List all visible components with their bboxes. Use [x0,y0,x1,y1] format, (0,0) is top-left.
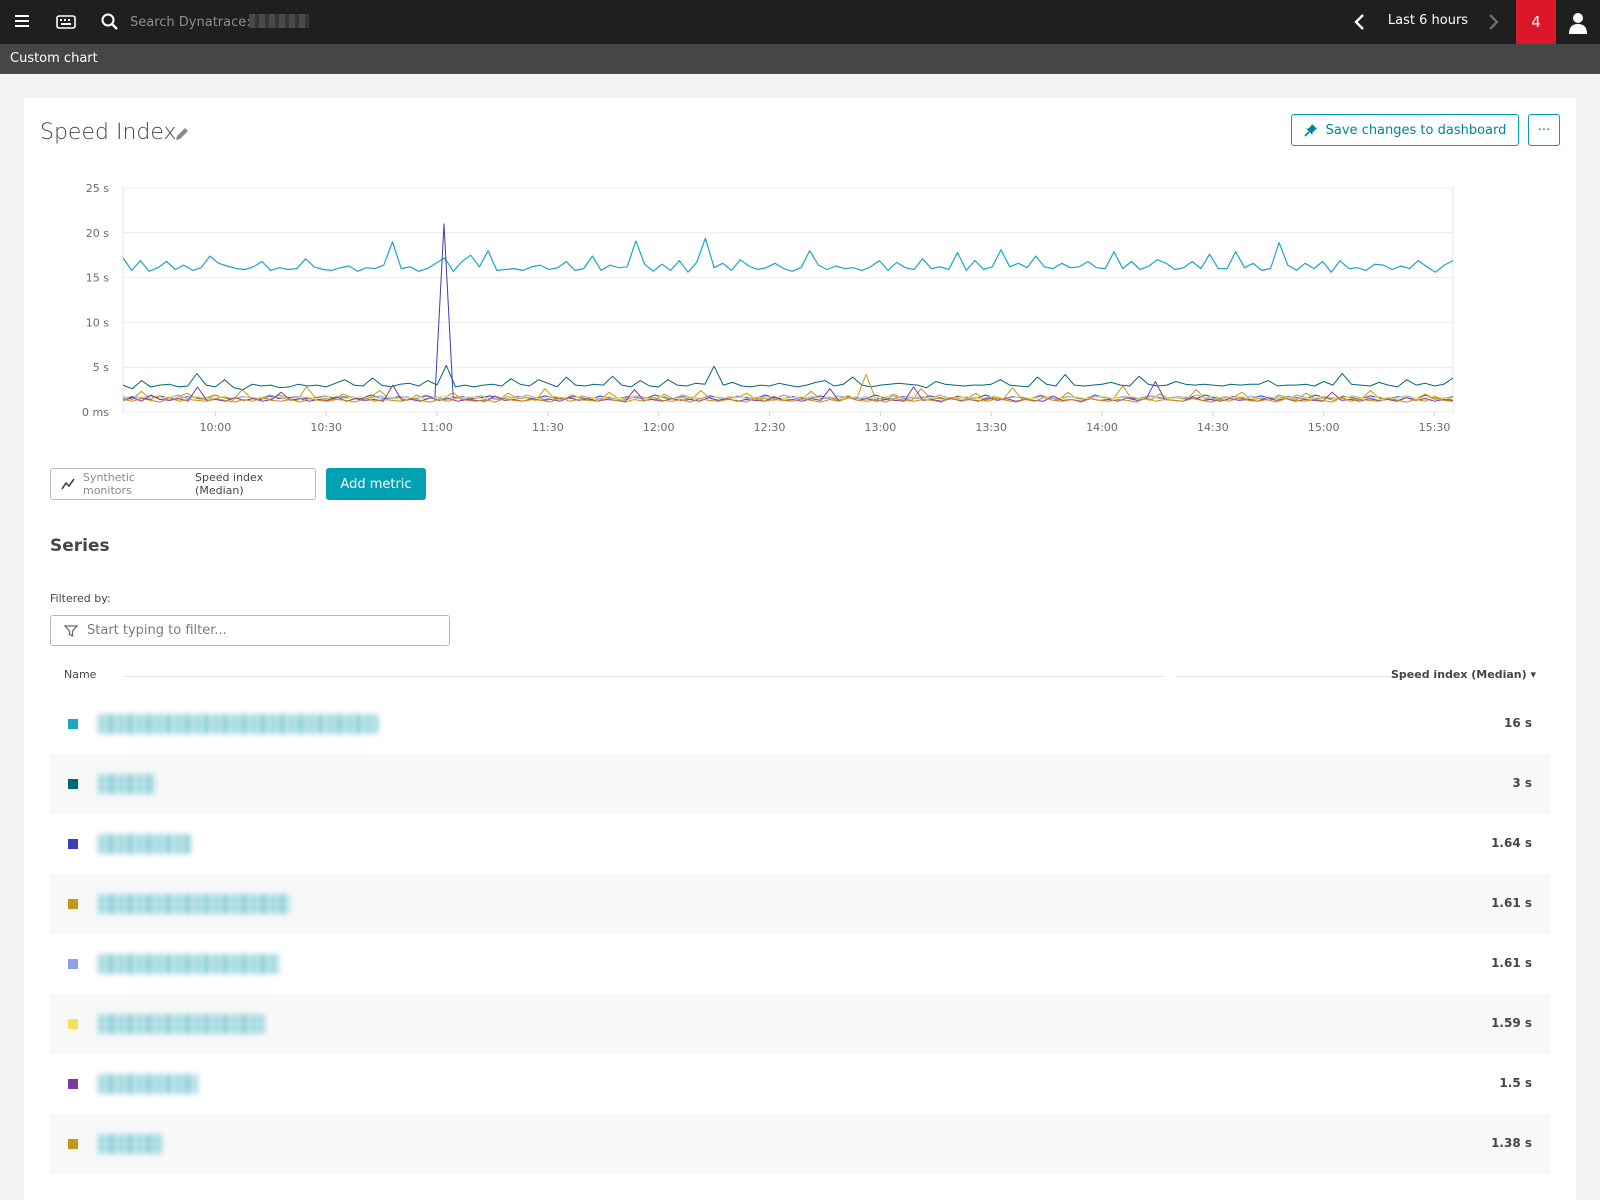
series-name-redacted[interactable] [98,1074,198,1094]
chevron-left-icon[interactable] [1350,12,1370,32]
add-metric-button[interactable]: Add metric [326,468,426,500]
column-header-speed-index[interactable]: Speed index (Median) ▾ [1391,668,1536,681]
series-row[interactable]: 1.59 s [50,994,1550,1054]
header-divider [1176,676,1411,677]
series-color-swatch [68,719,78,729]
metric-category: Synthetic monitors [82,471,135,497]
x-tick-label: 12:00 [643,421,675,434]
series-name-redacted[interactable] [98,774,156,794]
series-table-header: Name Speed index (Median) ▾ [50,668,1550,684]
x-tick-label: 14:00 [1086,421,1118,434]
series-name-redacted[interactable] [98,954,280,974]
x-tick-label: 13:00 [865,421,897,434]
series-value: 1.61 s [1491,896,1532,910]
series-color-swatch [68,1019,78,1029]
more-actions-button[interactable]: ··· [1528,114,1560,146]
series-heading: Series [50,536,110,556]
header-divider [124,676,1164,677]
y-tick-label: 20 s [86,227,109,240]
pencil-edit-icon[interactable] [174,126,190,142]
column-header-name[interactable]: Name [64,668,96,681]
x-tick-label: 15:00 [1308,421,1340,434]
user-icon[interactable] [1566,12,1590,34]
x-tick-label: 11:30 [532,421,564,434]
chevron-right-icon[interactable] [1483,12,1503,32]
redacted-environment-name [249,14,309,28]
problems-count-badge[interactable]: 4 [1516,0,1556,44]
series-value: 1.61 s [1491,956,1532,970]
series-color-swatch [68,779,78,789]
x-tick-label: 14:30 [1197,421,1229,434]
series-color-swatch [68,1139,78,1149]
series-line [122,364,1454,391]
global-search-input[interactable] [130,10,490,34]
series-line [122,223,1454,400]
save-to-dashboard-button[interactable]: Save changes to dashboard [1291,114,1519,146]
chart-card: Speed Index Save changes to dashboard ··… [24,98,1576,1200]
metric-chip-speed-index[interactable]: Synthetic monitors Speed index (Median) [50,468,316,500]
series-name-redacted[interactable] [98,714,378,734]
series-row[interactable]: 3 s [50,754,1550,814]
series-color-swatch [68,1079,78,1089]
filter-label: Filtered by: [50,592,111,605]
series-row[interactable]: 1.61 s [50,874,1550,934]
series-row[interactable]: 1.61 s [50,934,1550,994]
series-color-swatch [68,899,78,909]
save-button-label: Save changes to dashboard [1325,122,1507,138]
breadcrumb-custom-chart: Custom chart [10,51,98,66]
breadcrumb-bar: Custom chart [0,44,1600,74]
x-tick-label: 15:30 [1419,421,1451,434]
pin-icon [1304,124,1317,137]
series-value: 1.38 s [1491,1136,1532,1150]
series-filter-input[interactable] [87,616,447,645]
y-tick-label: 0 ms [82,406,109,419]
series-color-swatch [68,959,78,969]
x-tick-label: 13:30 [975,421,1007,434]
x-tick-label: 12:30 [754,421,786,434]
series-row[interactable]: 1.38 s [50,1114,1550,1174]
series-row[interactable]: 1.64 s [50,814,1550,874]
metric-name: Speed index (Median) [195,471,264,497]
series-value: 16 s [1503,716,1532,730]
series-value: 3 s [1512,776,1532,790]
search-icon[interactable] [100,12,120,32]
series-name-redacted[interactable] [98,1014,264,1034]
series-value: 1.5 s [1499,1076,1532,1090]
top-navigation-bar: Last 6 hours 4 [0,0,1600,44]
line-chart-icon [61,478,75,490]
series-name-redacted[interactable] [98,894,290,914]
y-tick-label: 5 s [93,361,109,374]
y-tick-label: 15 s [86,272,109,285]
timeframe-selector[interactable]: Last 6 hours [1380,13,1476,28]
plot-area-frame [122,187,1454,413]
hamburger-menu-icon[interactable] [12,12,32,32]
series-value: 1.64 s [1491,836,1532,850]
series-row[interactable]: 16 s [50,694,1550,754]
series-value: 1.59 s [1491,1016,1532,1030]
y-tick-label: 25 s [86,182,109,195]
series-color-swatch [68,839,78,849]
page-title: Speed Index [40,120,177,145]
x-tick-label: 10:30 [310,421,342,434]
filter-funnel-icon [64,625,78,638]
x-tick-label: 10:00 [200,421,232,434]
series-filter [50,615,450,646]
keyboard-shortcuts-icon[interactable] [56,13,76,31]
series-line [122,237,1454,273]
series-row-partial[interactable] [50,1174,1550,1200]
series-name-redacted[interactable] [98,1134,162,1154]
x-tick-label: 11:00 [421,421,453,434]
series-table-body: 16 s 3 s 1.64 s 1.61 s 1.61 s 1.59 s 1.5… [50,694,1550,1200]
series-row[interactable]: 1.5 s [50,1054,1550,1114]
y-tick-label: 10 s [86,316,109,329]
series-name-redacted[interactable] [98,834,190,854]
